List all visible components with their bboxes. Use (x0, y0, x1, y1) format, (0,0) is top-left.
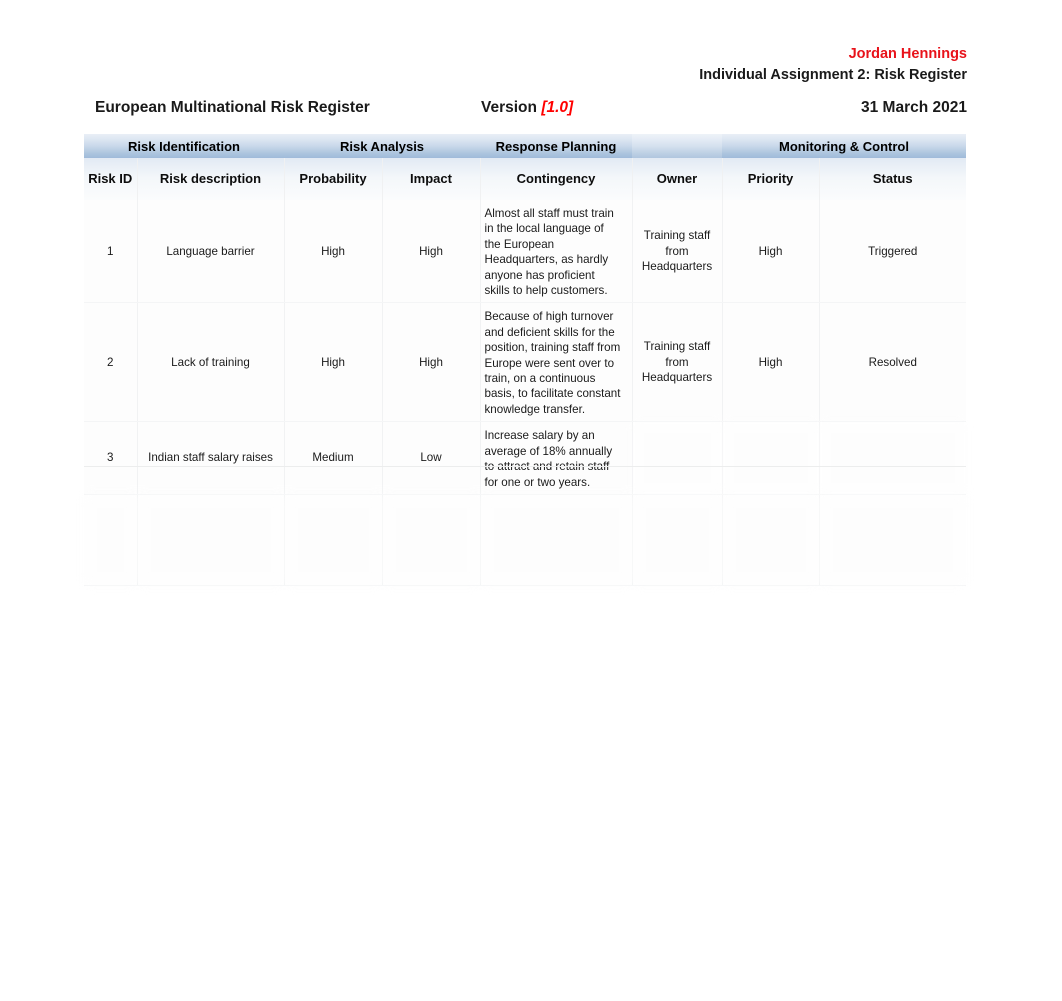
group-header-risk-identification: Risk Identification (84, 134, 284, 158)
cell-risk-description (137, 494, 285, 586)
group-header-risk-analysis: Risk Analysis (284, 134, 480, 158)
group-header-monitoring-control: Monitoring & Control (722, 134, 966, 158)
column-header-risk-description: Risk description (137, 158, 285, 200)
cell-risk-id (84, 494, 138, 586)
title-row: European Multinational Risk Register Ver… (95, 99, 967, 123)
version-value: [1.0] (541, 99, 574, 116)
cell-probability: Medium (284, 421, 383, 495)
cell-risk-id: 2 (84, 302, 138, 423)
cell-owner (632, 421, 723, 495)
cell-risk-description: Language barrier (137, 200, 285, 304)
cell-impact: High (382, 302, 481, 423)
column-header-owner: Owner (632, 158, 723, 200)
risk-table-body: 1 Language barrier High High Almost all … (84, 200, 966, 586)
page-title: European Multinational Risk Register (95, 99, 370, 116)
table-row-redacted (84, 494, 966, 586)
cell-risk-id: 3 (84, 421, 138, 495)
cell-probability: High (284, 302, 383, 423)
group-header-row: Risk Identification Risk Analysis Respon… (84, 134, 966, 158)
cell-status (819, 494, 966, 586)
group-header-response-planning: Response Planning (480, 134, 632, 158)
cell-contingency: Almost all staff must train in the local… (480, 200, 633, 304)
table-row: 2 Lack of training High High Because of … (84, 302, 966, 423)
column-header-priority: Priority (722, 158, 820, 200)
cell-priority (722, 421, 820, 495)
column-header-row: Risk ID Risk description Probability Imp… (84, 158, 966, 200)
cell-risk-description: Indian staff salary raises (137, 421, 285, 495)
cell-contingency (480, 494, 633, 586)
cell-priority: High (722, 302, 820, 423)
assignment-subtitle: Individual Assignment 2: Risk Register (699, 67, 967, 84)
cell-owner (632, 494, 723, 586)
document-header: Jordan Hennings Individual Assignment 2:… (699, 44, 967, 86)
cell-risk-id: 1 (84, 200, 138, 304)
cell-priority (722, 494, 820, 586)
table-row: 3 Indian staff salary raises Medium Low … (84, 421, 966, 495)
column-header-contingency: Contingency (480, 158, 633, 200)
table-bottom-border (84, 466, 966, 467)
risk-register-table: Risk Identification Risk Analysis Respon… (84, 134, 966, 586)
cell-impact (382, 494, 481, 586)
column-header-risk-id: Risk ID (84, 158, 138, 200)
cell-impact: Low (382, 421, 481, 495)
author-name: Jordan Hennings (848, 46, 967, 62)
cell-owner: Training staff from Headquarters (632, 302, 723, 423)
cell-priority: High (722, 200, 820, 304)
column-header-probability: Probability (284, 158, 383, 200)
cell-probability (284, 494, 383, 586)
cell-contingency: Increase salary by an average of 18% ann… (480, 421, 633, 495)
version-label: Version (481, 99, 537, 116)
group-header-spacer (632, 134, 722, 158)
table-row: 1 Language barrier High High Almost all … (84, 200, 966, 304)
cell-status (819, 421, 966, 495)
column-header-impact: Impact (382, 158, 481, 200)
column-header-status: Status (819, 158, 966, 200)
cell-probability: High (284, 200, 383, 304)
document-page: Jordan Hennings Individual Assignment 2:… (0, 0, 1062, 1001)
cell-risk-description: Lack of training (137, 302, 285, 423)
cell-contingency: Because of high turnover and deficient s… (480, 302, 633, 423)
cell-impact: High (382, 200, 481, 304)
cell-status: Resolved (819, 302, 966, 423)
cell-status: Triggered (819, 200, 966, 304)
document-date: 31 March 2021 (861, 99, 967, 116)
version-block: Version [1.0] (481, 99, 573, 117)
cell-owner: Training staff from Headquarters (632, 200, 723, 304)
